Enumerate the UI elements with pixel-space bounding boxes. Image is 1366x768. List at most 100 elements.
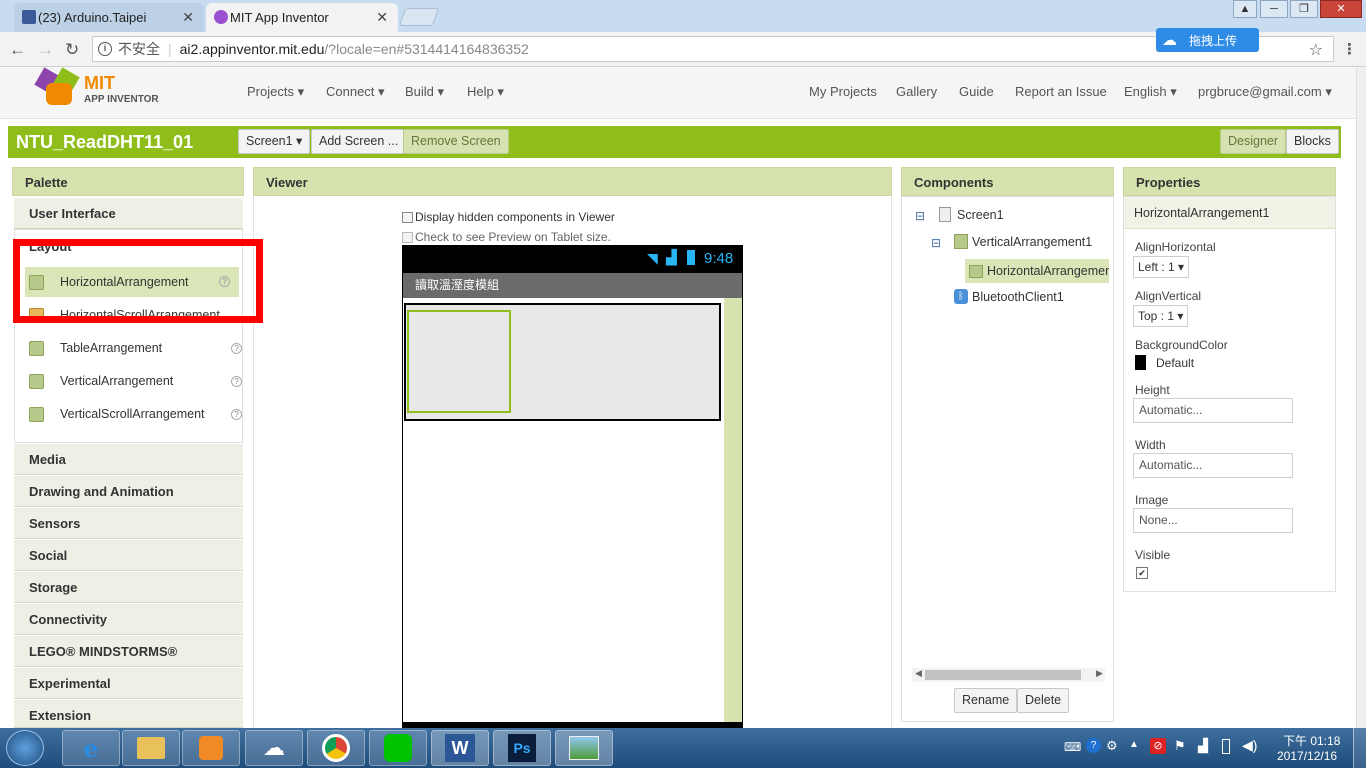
- palette-media[interactable]: Media: [14, 444, 243, 475]
- visible-checkbox[interactable]: ✔: [1136, 567, 1148, 579]
- align-horizontal-select[interactable]: Left : 1 ▾: [1133, 256, 1190, 278]
- taskbar-time[interactable]: 下午 01:18: [1283, 732, 1340, 749]
- palette-item-vertical-scroll[interactable]: VerticalScrollArrangement ?: [29, 399, 242, 429]
- menu-icon[interactable]: ⋮: [1342, 40, 1357, 58]
- palette-connectivity[interactable]: Connectivity: [14, 604, 243, 635]
- battery-icon[interactable]: [1222, 739, 1230, 754]
- ie-icon[interactable]: e: [62, 730, 120, 766]
- chrome-icon[interactable]: [307, 730, 365, 766]
- palette-item-vertical-arrangement[interactable]: VerticalArrangement ?: [29, 366, 242, 396]
- close-icon[interactable]: ✕: [376, 9, 388, 26]
- tree-vertical-arrangement1[interactable]: VerticalArrangement1: [954, 234, 1092, 249]
- app-inventor-logo-icon[interactable]: [34, 67, 80, 107]
- palette-item-table-arrangement[interactable]: TableArrangement ?: [29, 333, 242, 363]
- help-icon[interactable]: ?: [1086, 738, 1101, 753]
- horizontal-arrangement-preview[interactable]: [407, 310, 511, 413]
- palette-lego[interactable]: LEGO® MINDSTORMS®: [14, 636, 243, 667]
- signal-icon[interactable]: ▟: [1198, 738, 1208, 754]
- maximize-icon[interactable]: ❐: [1290, 0, 1318, 18]
- color-value: Default: [1156, 355, 1195, 370]
- align-vertical-select[interactable]: Top : 1 ▾: [1133, 305, 1189, 327]
- back-icon[interactable]: ←: [9, 40, 26, 60]
- help-icon[interactable]: ?: [231, 376, 242, 387]
- help-icon[interactable]: ?: [231, 409, 242, 420]
- antivirus-icon[interactable]: ⊘: [1150, 738, 1166, 754]
- tree-horizontal-arrangement1[interactable]: HorizontalArrangement1: [965, 259, 1109, 283]
- tablet-preview-checkbox-row[interactable]: Check to see Preview on Tablet size.: [402, 230, 611, 244]
- tab-mit-app-inventor[interactable]: MIT App Inventor ✕: [206, 3, 398, 32]
- vertical-arrangement-preview[interactable]: [404, 303, 721, 421]
- collapse-icon[interactable]: ⊟: [915, 209, 925, 223]
- delete-button[interactable]: Delete: [1017, 688, 1070, 713]
- line-icon[interactable]: [369, 730, 427, 766]
- url-field[interactable]: i 不安全 | ai2.appinventor.mit.edu /?locale…: [92, 36, 1334, 62]
- palette-storage[interactable]: Storage: [14, 572, 243, 603]
- collapse-icon[interactable]: ⊟: [931, 236, 941, 250]
- scroll-right-icon[interactable]: ▶: [1096, 668, 1103, 679]
- link-guide[interactable]: Guide: [959, 84, 994, 99]
- page-scrollbar[interactable]: [1356, 67, 1366, 728]
- link-my-projects[interactable]: My Projects: [809, 84, 877, 99]
- new-tab-button[interactable]: [398, 8, 440, 26]
- photoshop-icon[interactable]: Ps: [493, 730, 551, 766]
- star-icon[interactable]: ☆: [1309, 40, 1323, 60]
- reload-icon[interactable]: ↻: [65, 40, 79, 60]
- baidu-cloud-icon[interactable]: ☁: [245, 730, 303, 766]
- palette-experimental[interactable]: Experimental: [14, 668, 243, 699]
- menu-account[interactable]: prgbruce@gmail.com ▾: [1198, 84, 1332, 100]
- blocks-button[interactable]: Blocks: [1286, 129, 1339, 154]
- palette-sensors[interactable]: Sensors: [14, 508, 243, 539]
- info-icon[interactable]: i: [98, 42, 112, 56]
- background-color-picker[interactable]: Default: [1135, 355, 1194, 370]
- tree-bluetooth-client1[interactable]: ᛒ BluetoothClient1: [954, 289, 1064, 304]
- arrow-up-icon[interactable]: ▲: [1129, 739, 1139, 750]
- show-desktop-button[interactable]: [1353, 728, 1366, 768]
- width-field[interactable]: Automatic...: [1133, 453, 1293, 478]
- palette-extension[interactable]: Extension: [14, 700, 243, 728]
- display-hidden-checkbox-row[interactable]: Display hidden components in Viewer: [402, 210, 615, 224]
- tab-arduino-taipei[interactable]: (23) Arduino.Taipei ✕: [14, 3, 204, 32]
- baidu-upload-button[interactable]: ☁ 拖拽上传: [1156, 28, 1259, 52]
- remove-screen-button[interactable]: Remove Screen: [403, 129, 509, 154]
- screen-select-button[interactable]: Screen1 ▾: [238, 129, 311, 154]
- background-color-label: BackgroundColor: [1135, 338, 1228, 352]
- word-icon[interactable]: W: [431, 730, 489, 766]
- add-screen-button[interactable]: Add Screen ...: [311, 129, 407, 154]
- designer-button[interactable]: Designer: [1220, 129, 1287, 154]
- photo-viewer-icon[interactable]: [555, 730, 613, 766]
- keyboard-icon[interactable]: ⌨: [1064, 740, 1081, 754]
- explorer-icon[interactable]: [122, 730, 180, 766]
- menu-language[interactable]: English ▾: [1124, 84, 1177, 100]
- taskbar-date[interactable]: 2017/12/16: [1277, 749, 1337, 763]
- forward-icon[interactable]: →: [37, 40, 54, 60]
- phone-screen[interactable]: [403, 298, 742, 722]
- link-report-issue[interactable]: Report an Issue: [1015, 84, 1107, 99]
- menu-build[interactable]: Build ▾: [405, 84, 444, 100]
- rename-button[interactable]: Rename: [954, 688, 1018, 713]
- minimize-icon[interactable]: ─: [1260, 0, 1288, 18]
- image-field[interactable]: None...: [1133, 508, 1293, 533]
- menu-projects[interactable]: Projects ▾: [247, 84, 304, 100]
- gear-icon[interactable]: ⚙: [1106, 738, 1118, 754]
- palette-drawing-animation[interactable]: Drawing and Animation: [14, 476, 243, 507]
- scroll-left-icon[interactable]: ◀: [915, 668, 922, 679]
- menu-help[interactable]: Help ▾: [467, 84, 504, 100]
- close-icon[interactable]: ✕: [182, 9, 194, 26]
- menu-connect[interactable]: Connect ▾: [326, 84, 385, 100]
- height-field[interactable]: Automatic...: [1133, 398, 1293, 423]
- window-close-icon[interactable]: ✕: [1320, 0, 1362, 18]
- palette-social[interactable]: Social: [14, 540, 243, 571]
- tree-screen1[interactable]: Screen1: [939, 207, 1004, 222]
- start-button[interactable]: [6, 730, 44, 766]
- media-player-icon[interactable]: [182, 730, 240, 766]
- flag-icon[interactable]: ⚑: [1174, 738, 1186, 754]
- scroll-thumb[interactable]: [925, 670, 1081, 680]
- display-hidden-checkbox[interactable]: [402, 211, 413, 223]
- link-gallery[interactable]: Gallery: [896, 84, 937, 99]
- user-icon[interactable]: ▲: [1233, 0, 1257, 18]
- volume-icon[interactable]: ◀): [1242, 737, 1257, 754]
- help-icon[interactable]: ?: [231, 343, 242, 354]
- tablet-preview-checkbox[interactable]: [402, 231, 413, 243]
- components-hscrollbar[interactable]: ◀ ▶: [912, 668, 1105, 682]
- palette-user-interface[interactable]: User Interface: [14, 198, 243, 229]
